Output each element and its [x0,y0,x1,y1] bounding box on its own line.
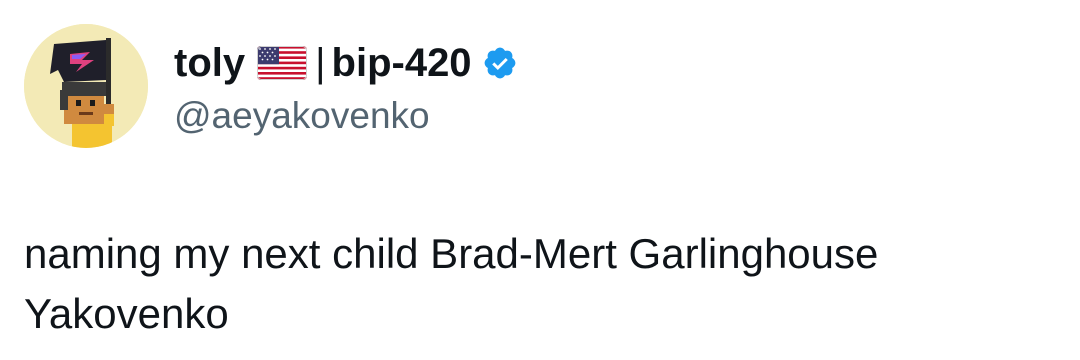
display-name-part-2[interactable]: bip-420 [332,36,472,90]
pixel-avatar-icon [24,24,148,148]
avatar[interactable] [24,24,148,148]
us-flag-icon [257,46,308,80]
display-name-separator: | [315,41,326,85]
author-name-row[interactable]: toly | bip-420 [174,36,518,90]
display-name-part-1[interactable]: toly [174,36,245,90]
verified-badge-icon[interactable] [482,45,518,81]
tweet-card: toly | bip-420 @aeyakovenko naming my ne… [0,0,1080,360]
tweet-text: naming my next child Brad-Mert Garlingho… [24,230,879,337]
author-handle[interactable]: @aeyakovenko [174,92,430,140]
